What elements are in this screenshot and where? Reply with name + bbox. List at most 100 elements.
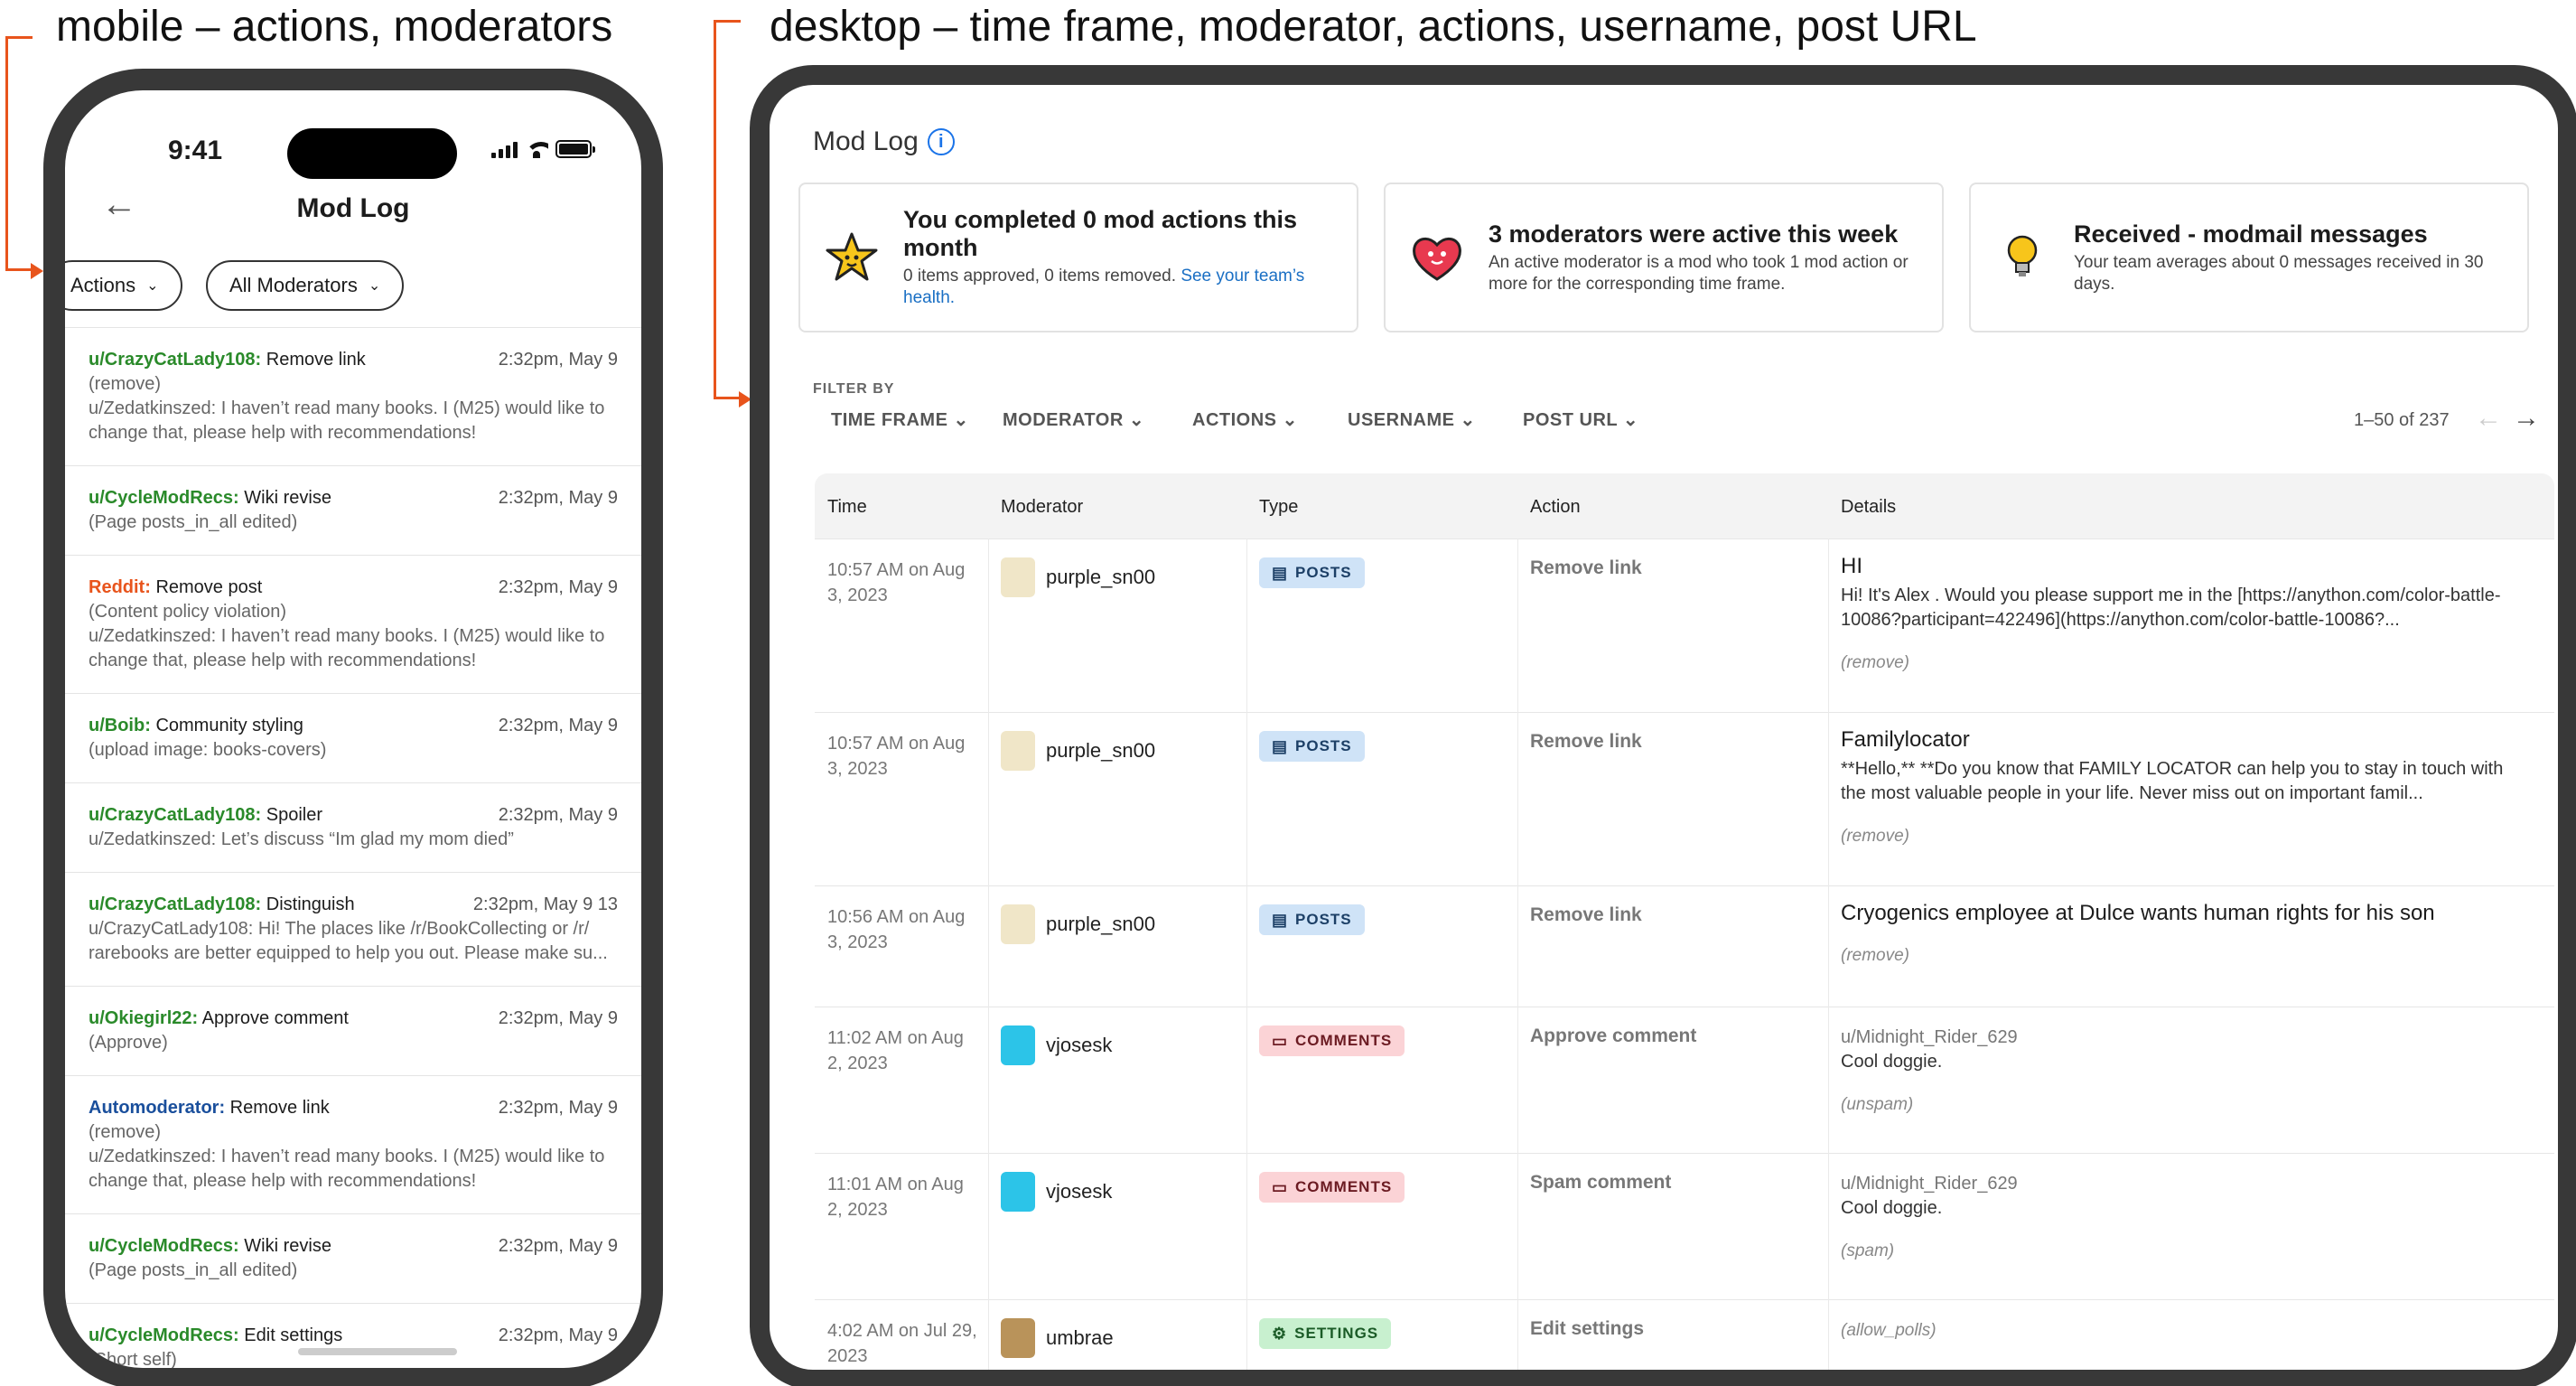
mobile-caption: mobile – actions, moderators xyxy=(56,3,613,51)
filter-post-url[interactable]: POST URL ⌄ xyxy=(1523,408,1638,431)
list-item-time: 2:32pm, May 9 xyxy=(498,350,618,370)
row-details: u/Midnight_Rider_629 Cool doggie. (unspam) xyxy=(1841,1025,2527,1117)
list-item-detail: (remove) xyxy=(89,374,162,394)
table-row[interactable]: 10:57 AM on Aug 3, 2023 purple_sn00 ▤ POSTS… xyxy=(815,712,2554,885)
chevron-down-icon: ⌄ xyxy=(1128,410,1145,430)
list-item-action: Remove link xyxy=(229,1098,330,1118)
row-type: ⚙ SETTINGS xyxy=(1259,1318,1392,1349)
list-item-action: Remove link xyxy=(266,350,366,370)
list-item-time: 2:32pm, May 9 xyxy=(498,488,618,508)
posts-icon: ▤ xyxy=(1272,736,1289,755)
row-details: Cryogenics employee at Dulce wants human… xyxy=(1841,901,2527,968)
row-action: Edit settings xyxy=(1530,1318,1645,1339)
card-modmail: Received - modmail messages Your team av… xyxy=(1969,183,2529,332)
row-time: 4:02 AM on Jul 29, 2023 xyxy=(827,1321,977,1366)
info-icon[interactable]: i xyxy=(927,128,955,155)
column-type: Type xyxy=(1259,497,1299,517)
row-moderator[interactable]: vjosesk xyxy=(1001,1172,1112,1212)
filter-post-url-label: POST URL xyxy=(1523,410,1618,430)
list-item-user[interactable]: Automoderator: xyxy=(89,1098,225,1118)
row-moderator[interactable]: purple_sn00 xyxy=(1001,904,1155,944)
row-moderator[interactable]: vjosesk xyxy=(1001,1025,1112,1065)
filter-time-frame[interactable]: TIME FRAME ⌄ xyxy=(831,408,969,431)
list-item-action: Wiki revise xyxy=(244,488,331,508)
column-divider xyxy=(1517,538,1518,1370)
signal-icon xyxy=(491,140,518,158)
list-item-time: 2:32pm, May 9 xyxy=(498,805,618,825)
heart-icon xyxy=(1409,229,1465,286)
row-moderator[interactable]: umbrae xyxy=(1001,1318,1114,1358)
detail-username[interactable]: u/Midnight_Rider_629 xyxy=(1841,1172,2527,1196)
list-item-user[interactable]: Reddit: xyxy=(89,577,151,597)
row-moderator[interactable]: purple_sn00 xyxy=(1001,557,1155,597)
list-item-user[interactable]: u/CycleModRecs: xyxy=(89,488,239,508)
detail-body: **Hello,** **Do you know that FAMILY LOC… xyxy=(1841,759,2504,803)
filter-moderator[interactable]: MODERATOR ⌄ xyxy=(1003,408,1144,431)
list-item[interactable]: u/CrazyCatLady108: Distinguish 2:32pm, Ma… xyxy=(65,872,641,986)
list-item[interactable]: u/Boib: Community styling 2:32pm, May 9 (u… xyxy=(65,693,641,782)
table-row[interactable]: 10:57 AM on Aug 3, 2023 purple_sn00 ▤ POSTS… xyxy=(815,538,2554,712)
list-item-user[interactable]: u/Boib: xyxy=(89,716,151,735)
row-moderator[interactable]: purple_sn00 xyxy=(1001,731,1155,771)
mobile-filter-actions[interactable]: Actions ⌄ xyxy=(65,260,182,311)
card-mod-actions-title: You completed 0 mod actions this month xyxy=(903,206,1298,261)
avatar xyxy=(1001,557,1035,597)
table-row[interactable]: 4:02 AM on Jul 29, 2023 umbrae ⚙ SETTINGS Ed… xyxy=(815,1299,2554,1370)
previous-page-icon[interactable]: ← xyxy=(2475,403,2502,434)
list-item[interactable]: u/CycleModRecs: Edit settings 2:32pm, May… xyxy=(65,1303,641,1368)
detail-title[interactable]: Cryogenics employee at Dulce wants human… xyxy=(1841,901,2527,925)
list-item[interactable]: u/Okiegirl22: Approve comment 2:32pm, May… xyxy=(65,986,641,1075)
list-item-action: Remove post xyxy=(155,577,263,597)
row-type: ▭ COMMENTS xyxy=(1259,1025,1405,1056)
type-badge-label: POSTS xyxy=(1295,737,1352,754)
comments-icon: ▭ xyxy=(1272,1177,1289,1196)
row-details: (allow_polls) xyxy=(1841,1318,2527,1343)
row-time: 11:01 AM on Aug 2, 2023 xyxy=(827,1175,964,1220)
list-item-user[interactable]: u/CrazyCatLady108: xyxy=(89,350,261,370)
list-item-time: 2:32pm, May 9 xyxy=(498,1098,618,1118)
list-item-user[interactable]: u/CrazyCatLady108: xyxy=(89,894,261,914)
list-item-user[interactable]: u/Okiegirl22: xyxy=(89,1008,198,1028)
list-item-detail: (remove) xyxy=(89,1122,162,1142)
card-mod-actions-text: 0 items approved, 0 items removed. xyxy=(903,267,1181,286)
type-badge: ▤ POSTS xyxy=(1259,731,1365,762)
avatar xyxy=(1001,731,1035,771)
list-item[interactable]: u/CrazyCatLady108: Remove link 2:32pm, Ma… xyxy=(65,327,641,465)
list-item-user[interactable]: u/CrazyCatLady108: xyxy=(89,805,261,825)
mobile-filter-moderators[interactable]: All Moderators ⌄ xyxy=(206,260,405,311)
column-divider xyxy=(1828,538,1829,1370)
list-item-action: Distinguish xyxy=(266,894,355,914)
type-badge: ▭ COMMENTS xyxy=(1259,1172,1405,1203)
desktop-frame: Mod Log i You completed 0 mod actions th… xyxy=(750,65,2576,1386)
detail-reason: (remove) xyxy=(1841,946,1910,965)
moderator-name: purple_sn00 xyxy=(1046,739,1156,762)
list-item-action: Community styling xyxy=(155,716,303,735)
detail-title[interactable]: HI xyxy=(1841,554,2527,578)
table-row[interactable]: 11:02 AM on Aug 2, 2023 vjosesk ▭ COMMENTS A… xyxy=(815,1007,2554,1153)
list-item-user[interactable]: u/CycleModRecs: xyxy=(89,1236,239,1256)
filter-actions[interactable]: ACTIONS ⌄ xyxy=(1192,408,1298,431)
list-item[interactable]: u/CycleModRecs: Wiki revise 2:32pm, May 9… xyxy=(65,465,641,555)
table-row[interactable]: 11:01 AM on Aug 2, 2023 vjosesk ▭ COMMENTS S… xyxy=(815,1153,2554,1299)
row-details: u/Midnight_Rider_629 Cool doggie. (spam) xyxy=(1841,1172,2527,1263)
detail-username[interactable]: u/Midnight_Rider_629 xyxy=(1841,1025,2527,1050)
column-details: Details xyxy=(1841,497,1897,517)
list-item[interactable]: u/CrazyCatLady108: Spoiler 2:32pm, May 9 u… xyxy=(65,782,641,872)
list-item-user[interactable]: u/CycleModRecs: xyxy=(89,1325,239,1345)
next-page-icon[interactable]: → xyxy=(2513,403,2540,434)
list-item[interactable]: Reddit: Remove post 2:32pm, May 9 (Content… xyxy=(65,555,641,693)
list-item[interactable]: Automoderator: Remove link 2:32pm, May 9 (… xyxy=(65,1075,641,1213)
list-item-time: 2:32pm, May 9 xyxy=(498,1325,618,1345)
list-item-time: 2:32pm, May 9 xyxy=(498,1008,618,1028)
mobile-phone-frame: 9:41 ← Mod Log Actions ⌄ All Moderators … xyxy=(43,69,663,1386)
list-item-detail: rarebooks are better equipped to help yo… xyxy=(89,943,608,963)
filter-username[interactable]: USERNAME ⌄ xyxy=(1348,408,1476,431)
avatar xyxy=(1001,904,1035,944)
detail-body: Hi! It's Alex . Would you please support… xyxy=(1841,585,2501,630)
detail-title[interactable]: Familylocator xyxy=(1841,727,2527,752)
list-item-action: Edit settings xyxy=(244,1325,343,1345)
star-icon xyxy=(824,229,880,286)
list-item[interactable]: u/CycleModRecs: Wiki revise 2:32pm, May 9… xyxy=(65,1213,641,1303)
table-row[interactable]: 10:56 AM on Aug 3, 2023 purple_sn00 ▤ POSTS… xyxy=(815,885,2554,1007)
list-item-detail: change that, please help with recommenda… xyxy=(89,423,477,443)
